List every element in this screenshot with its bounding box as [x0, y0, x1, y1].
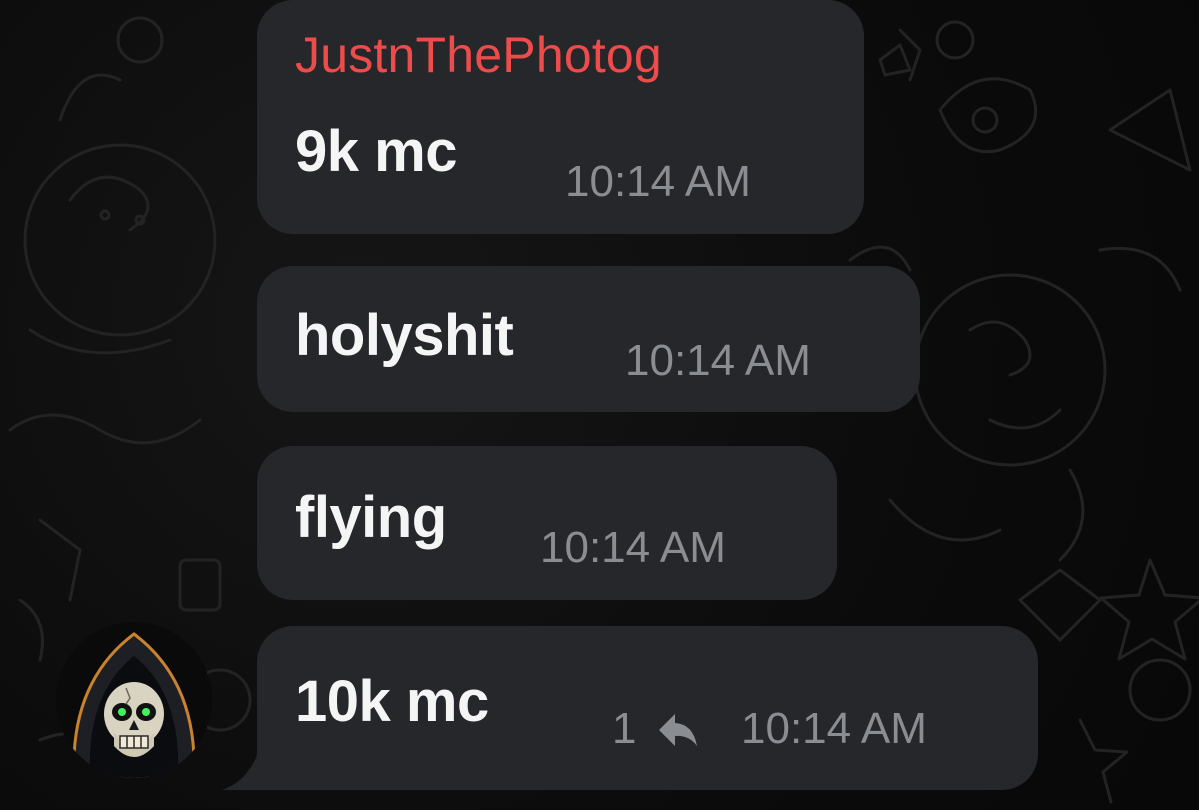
reply-count[interactable]: 1 [612, 704, 636, 754]
chat-area: JustnThePhotog 9k mc 10:14 AM holyshit 1… [0, 0, 1199, 810]
message-bubble[interactable]: 10k mc 1 10:14 AM [257, 626, 1038, 790]
sender-name[interactable]: JustnThePhotog [295, 26, 662, 84]
message-text: 10k mc [295, 669, 489, 734]
message-text: 9k mc [295, 119, 457, 184]
message-bubble[interactable]: flying 10:14 AM [257, 446, 837, 600]
hooded-skull-avatar[interactable] [56, 622, 212, 778]
message-timestamp: 10:14 AM [540, 523, 726, 572]
skull-icon [72, 632, 196, 778]
message-text: flying [295, 485, 447, 550]
reply-icon[interactable] [657, 712, 699, 748]
message-timestamp: 10:14 AM [741, 704, 927, 753]
message-bubble[interactable]: JustnThePhotog 9k mc 10:14 AM [257, 0, 864, 234]
message-text: holyshit [295, 303, 514, 368]
message-bubble[interactable]: holyshit 10:14 AM [257, 266, 920, 412]
message-timestamp: 10:14 AM [625, 336, 811, 385]
message-timestamp: 10:14 AM [565, 157, 751, 206]
